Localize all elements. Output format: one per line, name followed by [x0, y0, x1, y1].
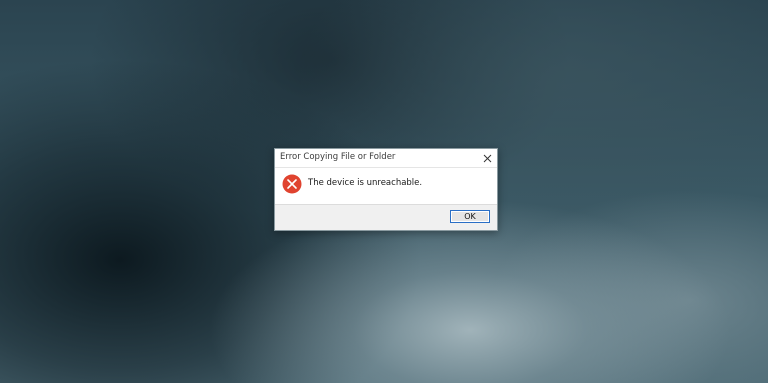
- ok-button[interactable]: OK: [450, 210, 490, 223]
- close-button[interactable]: [477, 149, 497, 167]
- dialog-titlebar[interactable]: Error Copying File or Folder: [275, 149, 497, 168]
- error-dialog: Error Copying File or Folder The device …: [274, 148, 498, 231]
- error-message: The device is unreachable.: [308, 178, 423, 188]
- dialog-title: Error Copying File or Folder: [280, 152, 396, 162]
- dialog-content: The device is unreachable.: [275, 168, 497, 206]
- close-icon: [483, 154, 491, 162]
- dialog-footer: OK: [275, 204, 497, 230]
- error-icon: [282, 174, 302, 194]
